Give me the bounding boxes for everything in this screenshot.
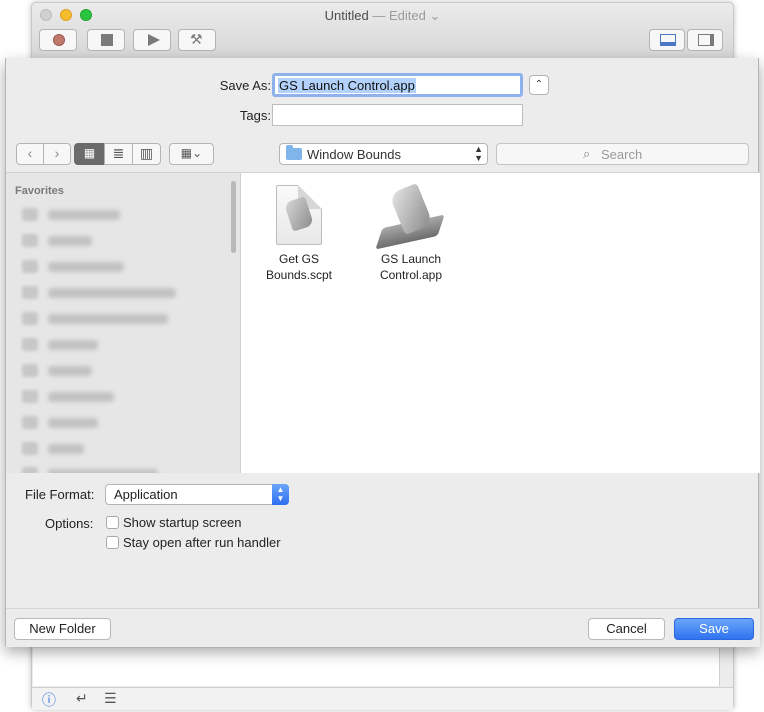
- file-name-line: Bounds.scpt: [265, 268, 333, 282]
- list-icon: ≣: [112, 145, 125, 161]
- sidebar-item-label: [48, 288, 176, 298]
- sidebar-item-label: [48, 314, 168, 324]
- options-label: Options:: [45, 516, 94, 531]
- record-button[interactable]: [39, 29, 77, 51]
- location-select[interactable]: Window Bounds ▲ ▼: [279, 143, 488, 165]
- dialog-button-bar: New Folder Cancel Save: [6, 608, 760, 647]
- file-name-line: Get GS: [278, 252, 319, 266]
- save-as-value: GS Launch Control.app: [278, 78, 416, 93]
- back-button[interactable]: ‹: [16, 143, 44, 165]
- document-title: Untitled: [324, 8, 369, 23]
- show-log-button[interactable]: [649, 29, 685, 51]
- title-chevron-icon[interactable]: ⌄: [429, 8, 440, 23]
- sidebar-item-icon: [22, 390, 38, 403]
- column-view-button[interactable]: ▥: [132, 143, 161, 165]
- sidebar-item-icon: [22, 286, 38, 299]
- sidebar-item-icon: [22, 442, 38, 455]
- show-startup-checkbox[interactable]: [106, 516, 119, 529]
- return-icon[interactable]: ↵: [76, 690, 88, 707]
- script-app-icon: [375, 182, 445, 250]
- file-name: Get GS Bounds.scpt: [249, 251, 349, 283]
- forward-button[interactable]: ›: [43, 143, 71, 165]
- sidebar-item-label: [48, 392, 114, 402]
- cancel-button[interactable]: Cancel: [588, 618, 665, 640]
- editor-footer: ⓘ ↵ ☰: [32, 687, 733, 710]
- updown-arrows-icon: ▲ ▼: [272, 484, 289, 505]
- sidebar-item-icon: [22, 208, 38, 221]
- sidebar-item-icon: [22, 312, 38, 325]
- save-button[interactable]: Save: [674, 618, 754, 640]
- chevron-left-icon: ‹: [27, 145, 33, 161]
- file-format-value: Application: [114, 487, 178, 502]
- script-document-icon: [276, 185, 322, 245]
- sidebar-item-label: [48, 469, 158, 473]
- sidebar-item-icon: [22, 338, 38, 351]
- file-format-label: File Format:: [25, 487, 95, 502]
- sidebar-item-label: [48, 210, 120, 220]
- new-folder-button[interactable]: New Folder: [14, 618, 111, 640]
- sidebar: Favorites: [6, 173, 241, 473]
- sidebar-item-icon: [22, 260, 38, 273]
- group-grid-icon: ▦⌄: [180, 146, 203, 160]
- folder-icon: [286, 145, 302, 160]
- stay-open-label[interactable]: Stay open after run handler: [123, 535, 281, 550]
- sidebar-item-label: [48, 418, 98, 428]
- save-as-input[interactable]: GS Launch Control.app: [272, 73, 523, 97]
- sidebar-item-icon: [22, 467, 38, 473]
- chevron-right-icon: ›: [54, 145, 60, 161]
- group-by-button[interactable]: ▦⌄: [169, 143, 214, 165]
- hammer-icon: ⚒: [190, 31, 203, 47]
- favorites-header: Favorites: [15, 185, 64, 197]
- sidebar-item-icon: [22, 364, 38, 377]
- file-name: GS Launch Control.app: [361, 251, 461, 283]
- info-icon[interactable]: ⓘ: [42, 690, 56, 710]
- file-format-select[interactable]: Application ▲ ▼: [105, 484, 289, 505]
- stay-open-checkbox[interactable]: [106, 536, 119, 549]
- edited-status[interactable]: — Edited: [372, 8, 425, 23]
- file-list: Get GS Bounds.scpt GS Launch Control.app: [241, 173, 760, 473]
- sidebar-scrollbar[interactable]: [231, 181, 236, 253]
- editor-titlebar: Untitled — Edited ⌄ ⚒: [32, 3, 733, 60]
- expand-dialog-button[interactable]: ⌃: [529, 75, 549, 95]
- show-sidebar-button[interactable]: [687, 29, 723, 51]
- file-name-line: GS Launch: [380, 252, 442, 266]
- sidebar-item-icon: [22, 234, 38, 247]
- editor-title: Untitled — Edited ⌄: [32, 8, 733, 24]
- sidebar-item-label: [48, 366, 92, 376]
- sidebar-item-label: [48, 262, 124, 272]
- script-text-area[interactable]: [33, 648, 720, 686]
- stop-button[interactable]: [87, 29, 125, 51]
- tags-label: Tags:: [239, 108, 271, 123]
- save-as-label: Save As:: [219, 78, 271, 93]
- tags-input[interactable]: [272, 104, 523, 126]
- columns-icon: ▥: [139, 145, 154, 161]
- run-button[interactable]: [133, 29, 171, 51]
- sidebar-item-icon: [22, 416, 38, 429]
- grid-icon: ▦: [83, 146, 96, 160]
- sidebar-item-label: [48, 340, 98, 350]
- compile-button[interactable]: ⚒: [178, 29, 216, 51]
- file-browser: Favorites Get GS Bounds.scpt GS Launch C…: [6, 172, 760, 473]
- list-view-button[interactable]: ≣: [104, 143, 133, 165]
- search-input[interactable]: ⌕ Search: [496, 143, 749, 165]
- icon-view-button[interactable]: ▦: [74, 143, 105, 165]
- list-icon[interactable]: ☰: [104, 690, 117, 707]
- file-item[interactable]: GS Launch Control.app: [361, 182, 461, 283]
- file-name-line: Control.app: [379, 268, 443, 282]
- show-startup-label[interactable]: Show startup screen: [123, 515, 242, 530]
- search-icon: ⌕: [583, 146, 591, 161]
- search-placeholder: Search: [601, 147, 643, 162]
- file-item[interactable]: Get GS Bounds.scpt: [249, 185, 349, 283]
- sidebar-item-label: [48, 236, 92, 246]
- sidebar-item-label: [48, 444, 84, 454]
- save-dialog: Save As: GS Launch Control.app ⌃ Tags: ‹…: [5, 58, 760, 647]
- updown-arrows-icon: ▲ ▼: [474, 144, 483, 163]
- location-label: Window Bounds: [307, 147, 401, 162]
